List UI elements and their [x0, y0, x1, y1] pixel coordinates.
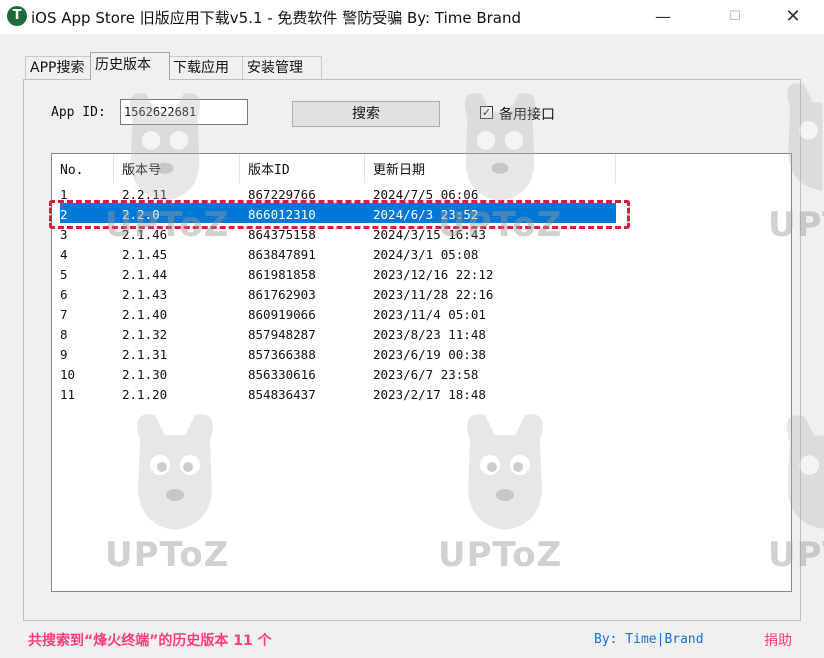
backup-api-checkbox[interactable]: ✓: [480, 106, 493, 119]
table-row[interactable]: 3 2.1.46 864375158 2024/3/15 16:43: [52, 223, 791, 243]
tab-install-manager[interactable]: 安装管理: [242, 56, 322, 79]
cell-update-date: 2023/2/17 18:48: [373, 387, 486, 402]
cell-no: 10: [60, 367, 76, 382]
column-header-no[interactable]: No.: [52, 154, 114, 183]
cell-version: 2.1.20: [122, 387, 168, 402]
table-row-selected[interactable]: 2 2.2.0 866012310 2024/6/3 23:52: [60, 203, 616, 223]
app-logo-icon: T: [7, 6, 27, 26]
cell-version-id: 854836437: [248, 387, 316, 402]
cell-no: 11: [60, 387, 76, 402]
window-title: iOS App Store 旧版应用下载v5.1 - 免费软件 警防受骗 By:…: [31, 9, 522, 27]
cell-version: 2.1.45: [122, 247, 168, 262]
appid-label: App ID:: [51, 105, 106, 120]
table-row[interactable]: 11 2.1.20 854836437 2023/2/17 18:48: [52, 383, 791, 403]
cell-version-id: 861762903: [248, 287, 316, 302]
cell-no: 4: [60, 247, 68, 262]
table-row[interactable]: 4 2.1.45 863847891 2024/3/1 05:08: [52, 243, 791, 263]
version-list[interactable]: No. 版本号 版本ID 更新日期 1 2.2.11 867229766 2024/7…: [51, 153, 792, 592]
cell-version: 2.1.46: [122, 227, 168, 242]
cell-no: 5: [60, 267, 68, 282]
maximize-button[interactable]: ☐: [712, 0, 758, 34]
cell-no: 3: [60, 227, 68, 242]
cell-version: 2.1.32: [122, 327, 168, 342]
cell-version-id: 856330616: [248, 367, 316, 382]
minimize-button[interactable]: —: [640, 0, 686, 34]
cell-update-date: 2024/3/1 05:08: [373, 247, 479, 262]
cell-no: 7: [60, 307, 68, 322]
tab-download-app[interactable]: 下载应用: [168, 56, 248, 79]
tab-app-search[interactable]: APP搜索: [25, 56, 97, 79]
cell-no: 9: [60, 347, 68, 362]
table-row[interactable]: 5 2.1.44 861981858 2023/12/16 22:12: [52, 263, 791, 283]
cell-update-date: 2023/11/28 22:16: [373, 287, 494, 302]
cell-update-date: 2024/6/3 23:52: [373, 207, 479, 222]
cell-update-date: 2023/11/4 05:01: [373, 307, 486, 322]
column-header-version-id[interactable]: 版本ID: [240, 154, 365, 183]
author-link[interactable]: By: Time|Brand: [594, 632, 704, 647]
cell-version: 2.2.0: [122, 207, 160, 222]
cell-version-id: 860919066: [248, 307, 316, 322]
cell-version-id: 867229766: [248, 187, 316, 202]
list-header: No. 版本号 版本ID 更新日期: [52, 154, 791, 183]
cell-update-date: 2024/7/5 06:06: [373, 187, 479, 202]
donate-link[interactable]: 捐助: [764, 630, 792, 650]
cell-version: 2.2.11: [122, 187, 168, 202]
result-summary: 共搜索到“烽火终端”的历史版本 11 个: [28, 633, 272, 649]
table-row[interactable]: 6 2.1.43 861762903 2023/11/28 22:16: [52, 283, 791, 303]
cell-version-id: 863847891: [248, 247, 316, 262]
close-button[interactable]: ✕: [770, 0, 816, 34]
cell-no: 8: [60, 327, 68, 342]
cell-version: 2.1.44: [122, 267, 168, 282]
cell-update-date: 2024/3/15 16:43: [373, 227, 486, 242]
appid-input[interactable]: 1562622681: [120, 99, 248, 125]
cell-version-id: 866012310: [248, 207, 316, 222]
table-row[interactable]: 10 2.1.30 856330616 2023/6/7 23:58: [52, 363, 791, 383]
cell-update-date: 2023/8/23 11:48: [373, 327, 486, 342]
cell-version-id: 857948287: [248, 327, 316, 342]
cell-update-date: 2023/6/7 23:58: [373, 367, 479, 382]
cell-no: 1: [60, 187, 68, 202]
cell-no: 2: [60, 207, 68, 222]
cell-no: 6: [60, 287, 68, 302]
table-row[interactable]: 8 2.1.32 857948287 2023/8/23 11:48: [52, 323, 791, 343]
search-button[interactable]: 搜索: [292, 101, 440, 127]
cell-version: 2.1.40: [122, 307, 168, 322]
title-bar: T iOS App Store 旧版应用下载v5.1 - 免费软件 警防受骗 B…: [0, 0, 824, 34]
cell-version-id: 861981858: [248, 267, 316, 282]
backup-api-label: 备用接口: [499, 107, 555, 123]
table-row[interactable]: 1 2.2.11 867229766 2024/7/5 06:06: [52, 183, 791, 203]
column-header-version[interactable]: 版本号: [114, 154, 240, 183]
column-header-update-date[interactable]: 更新日期: [365, 154, 616, 183]
cell-version-id: 864375158: [248, 227, 316, 242]
cell-version-id: 857366388: [248, 347, 316, 362]
table-row[interactable]: 7 2.1.40 860919066 2023/11/4 05:01: [52, 303, 791, 323]
cell-version: 2.1.31: [122, 347, 168, 362]
table-row[interactable]: 9 2.1.31 857366388 2023/6/19 00:38: [52, 343, 791, 363]
cell-update-date: 2023/6/19 00:38: [373, 347, 486, 362]
cell-update-date: 2023/12/16 22:12: [373, 267, 494, 282]
tab-history-versions[interactable]: 历史版本: [90, 52, 170, 80]
cell-version: 2.1.30: [122, 367, 168, 382]
cell-version: 2.1.43: [122, 287, 168, 302]
